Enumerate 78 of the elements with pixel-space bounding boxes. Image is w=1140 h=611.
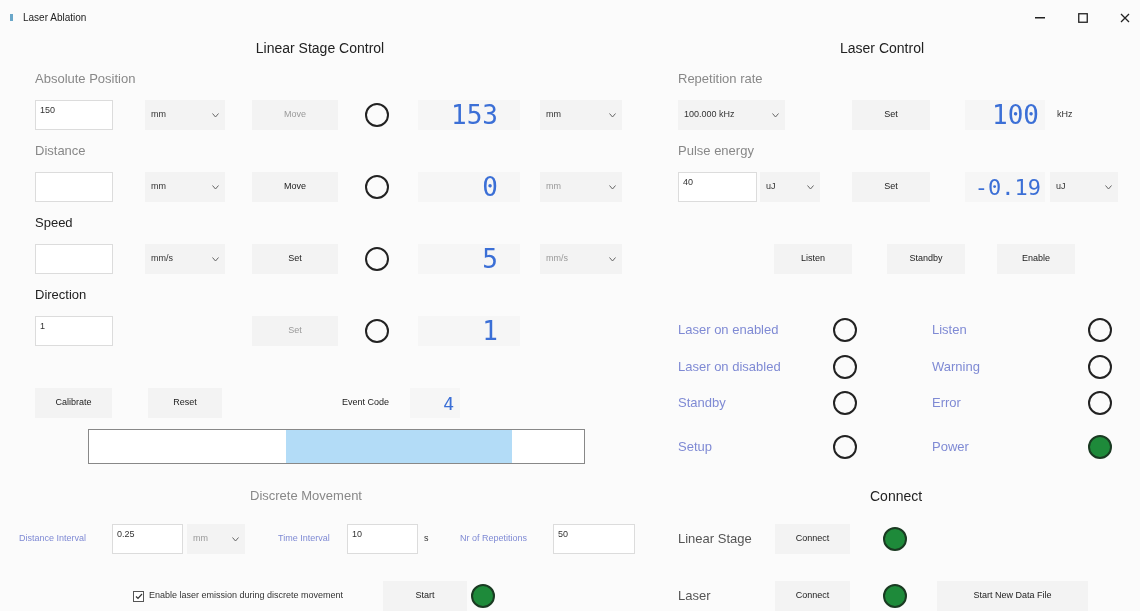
text-field[interactable]: 0.25 xyxy=(112,524,183,554)
section-title: Laser Control xyxy=(840,38,925,58)
text-field[interactable]: 10 xyxy=(347,524,418,554)
field-label: Absolute Position xyxy=(35,70,136,89)
caret-icon xyxy=(772,112,779,118)
button[interactable]: Connect xyxy=(775,524,850,554)
close-icon[interactable] xyxy=(1120,12,1130,23)
button[interactable]: Listen xyxy=(774,244,852,274)
lcd-display: 5 xyxy=(418,244,520,274)
text-field[interactable] xyxy=(35,244,113,274)
lcd-display: 153 xyxy=(418,100,520,130)
device-label: Linear Stage xyxy=(678,530,753,549)
dropdown[interactable]: mm xyxy=(145,100,225,130)
button[interactable]: Connect xyxy=(775,581,850,611)
field-label: Speed xyxy=(35,214,73,233)
button[interactable]: Set xyxy=(852,100,930,130)
section-title: Connect xyxy=(870,486,923,506)
field-label: Distance xyxy=(35,142,86,161)
minimize-icon[interactable] xyxy=(1035,16,1045,19)
text-field[interactable] xyxy=(35,172,113,202)
caret-icon xyxy=(609,256,616,262)
caret-icon xyxy=(609,184,616,190)
maximize-icon[interactable] xyxy=(1078,12,1088,23)
field-label: Distance Interval xyxy=(19,532,88,546)
lcd-display: -0.19 xyxy=(965,172,1045,202)
lcd-display: 4 xyxy=(410,388,460,418)
text-field[interactable]: 1 xyxy=(35,316,113,346)
caret-icon xyxy=(212,256,219,262)
section-title: Discrete Movement xyxy=(250,487,362,506)
button[interactable]: Reset xyxy=(148,388,222,418)
dropdown[interactable]: uJ xyxy=(1050,172,1118,202)
unit-label: kHz xyxy=(1057,108,1073,122)
lcd-display: 100 xyxy=(965,100,1045,130)
caret-icon xyxy=(212,112,219,118)
dropdown[interactable]: mm xyxy=(540,100,622,130)
dropdown[interactable]: uJ xyxy=(760,172,820,202)
field-label: Pulse energy xyxy=(678,142,754,161)
section-title: Linear Stage Control xyxy=(255,38,385,58)
caret-icon xyxy=(807,184,814,190)
button[interactable]: Move xyxy=(252,172,338,202)
unit-label: s xyxy=(424,532,430,546)
dropdown[interactable]: mm/s xyxy=(145,244,225,274)
button[interactable]: Enable xyxy=(997,244,1075,274)
button[interactable]: Set xyxy=(852,172,930,202)
caret-icon xyxy=(1105,184,1112,190)
window-title: Laser Ablation xyxy=(23,11,87,25)
dropdown[interactable]: mm xyxy=(145,172,225,202)
text-field[interactable]: 40 xyxy=(678,172,757,202)
status-label: Error xyxy=(932,394,962,413)
checkbox[interactable] xyxy=(133,590,144,602)
lcd-display: 1 xyxy=(418,316,520,346)
caret-icon xyxy=(232,536,239,542)
status-label: Power xyxy=(932,438,970,457)
caret-icon xyxy=(212,184,219,190)
status-label: Warning xyxy=(932,358,981,377)
app-icon xyxy=(10,14,13,21)
caret-icon xyxy=(609,112,616,118)
button[interactable]: Start xyxy=(383,581,467,611)
button[interactable]: Start New Data File xyxy=(937,581,1088,611)
status-label: Listen xyxy=(932,321,968,340)
checkbox-label: Enable laser emission during discrete movement xyxy=(149,589,345,603)
status-label: Laser on enabled xyxy=(678,321,780,340)
device-label: Laser xyxy=(678,587,712,606)
field-label: Direction xyxy=(35,286,87,305)
button[interactable]: Standby xyxy=(887,244,965,274)
text-field[interactable]: 50 xyxy=(553,524,635,554)
status-label: Standby xyxy=(678,394,727,413)
button[interactable]: Calibrate xyxy=(35,388,112,418)
status-label: Setup xyxy=(678,438,713,457)
text-field[interactable]: 150 xyxy=(35,100,113,130)
field-label: Time Interval xyxy=(278,532,331,546)
button[interactable]: Set xyxy=(252,244,338,274)
status-label: Laser on disabled xyxy=(678,358,782,377)
field-label: Nr of Repetitions xyxy=(460,532,529,546)
dropdown[interactable]: 100.000 kHz xyxy=(678,100,785,130)
field-label: Event Code xyxy=(342,396,391,410)
field-label: Repetition rate xyxy=(678,70,763,89)
lcd-display: 0 xyxy=(418,172,520,202)
